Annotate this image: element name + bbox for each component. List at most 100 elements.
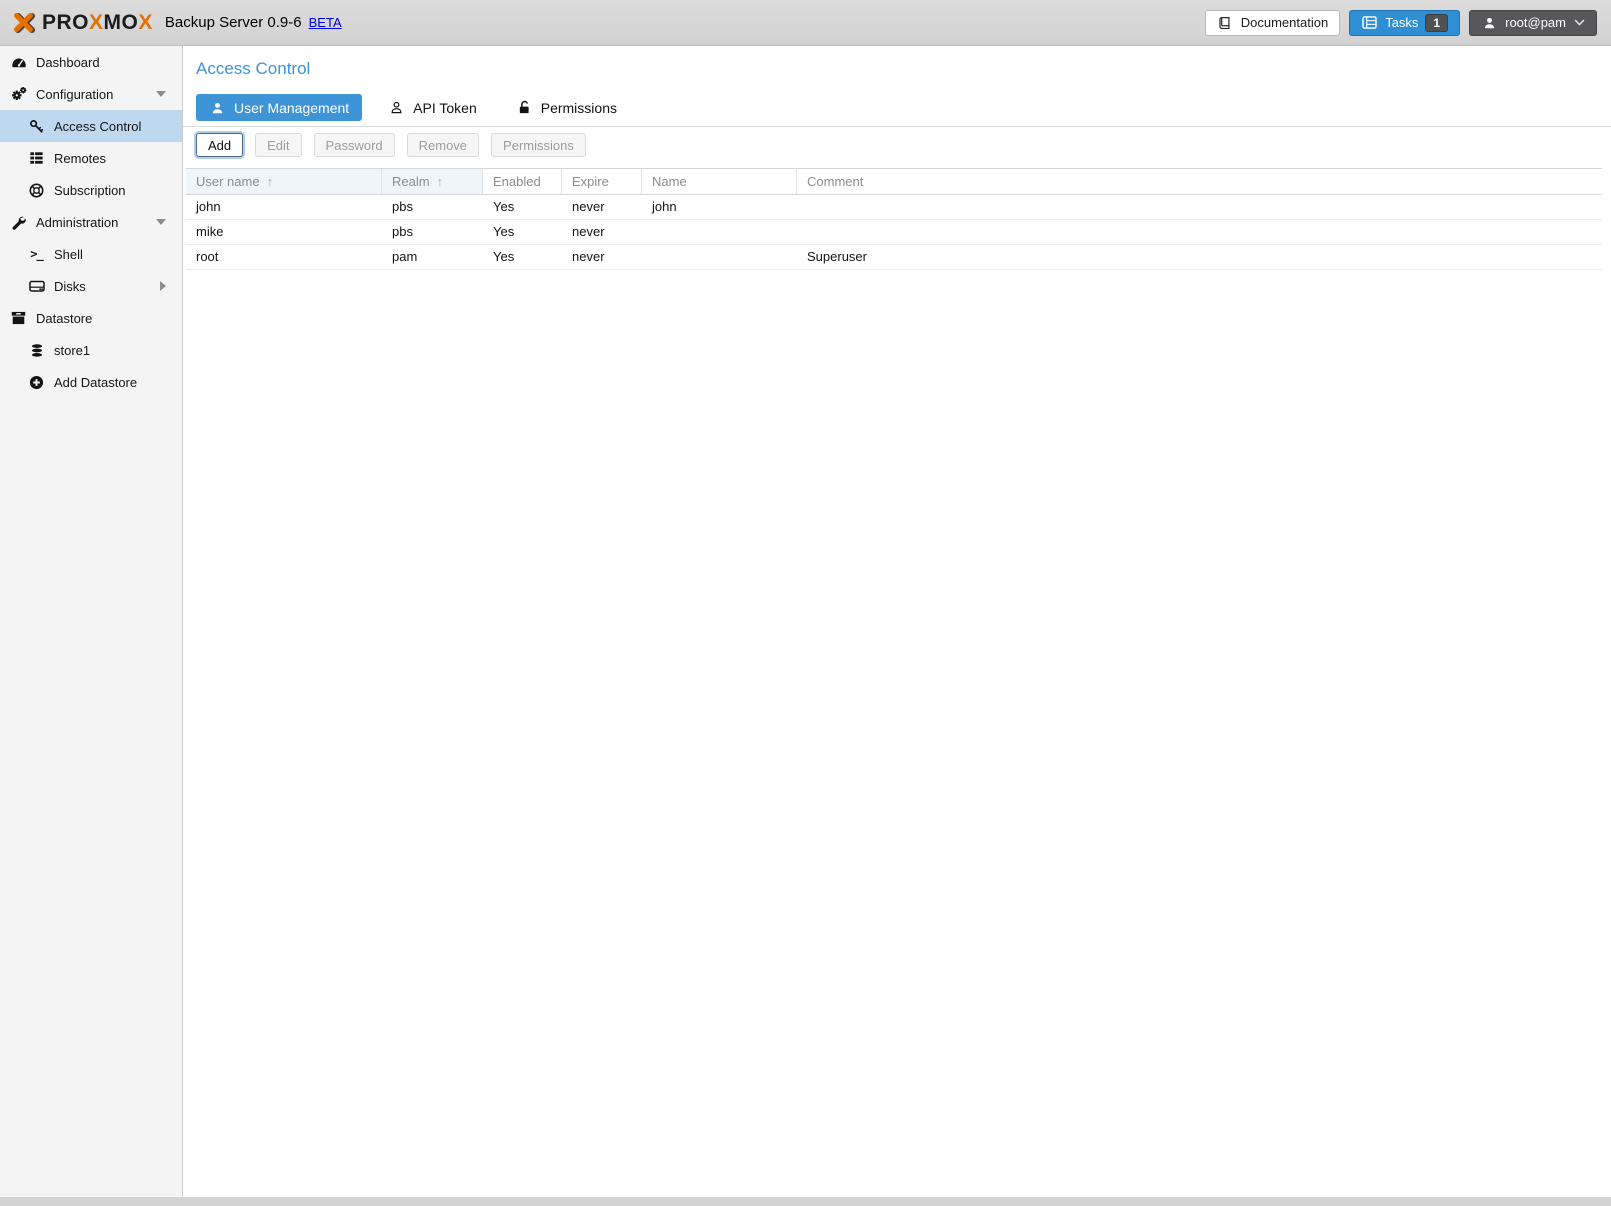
edit-button[interactable]: Edit	[255, 133, 301, 157]
sidebar-item-disks[interactable]: Disks	[0, 270, 182, 302]
database-icon	[28, 342, 45, 358]
caret-down-icon	[156, 219, 166, 225]
unlock-icon	[516, 100, 533, 116]
user-menu-button[interactable]: root@pam	[1469, 10, 1597, 36]
sidebar-label: Administration	[36, 215, 118, 230]
hard-drive-icon	[28, 278, 45, 294]
gauge-icon	[10, 54, 27, 70]
key-icon	[28, 118, 45, 134]
tab-permissions[interactable]: Permissions	[503, 94, 630, 121]
tab-bar: User Management API Token	[183, 79, 1611, 127]
column-header-expire[interactable]: Expire	[562, 169, 642, 195]
gears-icon	[10, 86, 27, 102]
cell-enabled: Yes	[483, 195, 562, 220]
sidebar-label: Disks	[54, 279, 86, 294]
users-table: User name↑ Realm↑ Enabled Expire Name Co…	[186, 168, 1602, 270]
terminal-icon: >_	[28, 246, 45, 262]
tasks-button[interactable]: Tasks 1	[1349, 10, 1460, 36]
cell-realm: pbs	[382, 220, 483, 245]
chevron-down-icon	[1573, 15, 1585, 31]
cell-username: root	[186, 245, 382, 270]
documentation-button[interactable]: Documentation	[1205, 10, 1340, 36]
task-list-icon	[1361, 15, 1378, 31]
sidebar-label: Add Datastore	[54, 375, 137, 390]
documentation-label: Documentation	[1241, 15, 1328, 30]
cell-username: mike	[186, 220, 382, 245]
sidebar-item-shell[interactable]: >_ Shell	[0, 238, 182, 270]
cell-enabled: Yes	[483, 245, 562, 270]
column-header-enabled[interactable]: Enabled	[483, 169, 562, 195]
sidebar-item-administration[interactable]: Administration	[0, 206, 182, 238]
sort-asc-icon: ↑	[267, 174, 274, 189]
tab-label: Permissions	[541, 100, 617, 116]
sidebar-item-datastore[interactable]: Datastore	[0, 302, 182, 334]
tasks-count-badge: 1	[1425, 14, 1448, 32]
sidebar-item-dashboard[interactable]: Dashboard	[0, 46, 182, 78]
cell-enabled: Yes	[483, 220, 562, 245]
page-title: Access Control	[196, 59, 1611, 79]
proxmox-x-icon	[10, 9, 38, 37]
column-header-name[interactable]: Name	[642, 169, 797, 195]
top-bar: PROXMOX Backup Server 0.9-6 BETA Documen…	[0, 0, 1611, 46]
permissions-button[interactable]: Permissions	[491, 133, 586, 157]
sidebar-nav: Dashboard Configuration	[0, 46, 183, 1197]
cell-comment	[797, 195, 1602, 220]
sidebar-label: Remotes	[54, 151, 106, 166]
table-row[interactable]: root pam Yes never Superuser	[186, 245, 1602, 270]
cell-name	[642, 220, 797, 245]
sidebar-label: Configuration	[36, 87, 113, 102]
sidebar-label: Access Control	[54, 119, 141, 134]
sidebar-label: Subscription	[54, 183, 126, 198]
sidebar-label: Shell	[54, 247, 83, 262]
sort-asc-icon: ↑	[437, 174, 444, 189]
table-header-row: User name↑ Realm↑ Enabled Expire Name Co…	[186, 169, 1602, 195]
content-panel: Access Control User Management	[183, 46, 1611, 1197]
tab-user-management[interactable]: User Management	[196, 94, 362, 121]
sidebar-item-add-datastore[interactable]: Add Datastore	[0, 366, 182, 398]
sidebar-item-subscription[interactable]: Subscription	[0, 174, 182, 206]
table-row[interactable]: mike pbs Yes never	[186, 220, 1602, 245]
sidebar-label: Dashboard	[36, 55, 100, 70]
sidebar-label: store1	[54, 343, 90, 358]
cell-realm: pbs	[382, 195, 483, 220]
proxmox-logo: PROXMOX	[10, 9, 153, 37]
sidebar-item-store1[interactable]: store1	[0, 334, 182, 366]
table-row[interactable]: john pbs Yes never john	[186, 195, 1602, 220]
grid-toolbar: Add Edit Password Remove Permissions	[183, 127, 1611, 165]
sidebar-item-remotes[interactable]: Remotes	[0, 142, 182, 174]
archive-icon	[10, 310, 27, 326]
user-outline-icon	[388, 100, 405, 116]
window-bottom-edge	[0, 1197, 1611, 1206]
caret-right-icon	[160, 281, 166, 291]
cell-comment	[797, 220, 1602, 245]
column-header-realm[interactable]: Realm↑	[382, 169, 483, 195]
product-subtitle: Backup Server 0.9-6	[165, 14, 302, 31]
sidebar-item-access-control[interactable]: Access Control	[0, 110, 182, 142]
logo-wordmark: PROXMOX	[42, 11, 153, 35]
cell-expire: never	[562, 245, 642, 270]
book-icon	[1217, 15, 1234, 31]
cell-comment: Superuser	[797, 245, 1602, 270]
sidebar-item-configuration[interactable]: Configuration	[0, 78, 182, 110]
life-ring-icon	[28, 182, 45, 198]
column-header-username[interactable]: User name↑	[186, 169, 382, 195]
password-button[interactable]: Password	[314, 133, 395, 157]
user-icon	[209, 100, 226, 116]
plus-circle-icon	[28, 374, 45, 390]
list-icon	[28, 150, 45, 166]
cell-name: john	[642, 195, 797, 220]
wrench-icon	[10, 214, 27, 230]
tab-api-token[interactable]: API Token	[375, 94, 490, 121]
beta-link[interactable]: BETA	[309, 15, 342, 30]
tab-label: User Management	[234, 100, 349, 116]
column-header-comment[interactable]: Comment	[797, 169, 1602, 195]
cell-name	[642, 245, 797, 270]
topbar-actions: Documentation Tasks 1 root@pam	[1205, 10, 1597, 36]
add-button[interactable]: Add	[196, 133, 243, 157]
cell-expire: never	[562, 195, 642, 220]
sidebar-label: Datastore	[36, 311, 92, 326]
cell-username: john	[186, 195, 382, 220]
cell-realm: pam	[382, 245, 483, 270]
user-menu-label: root@pam	[1505, 15, 1566, 30]
remove-button[interactable]: Remove	[407, 133, 479, 157]
